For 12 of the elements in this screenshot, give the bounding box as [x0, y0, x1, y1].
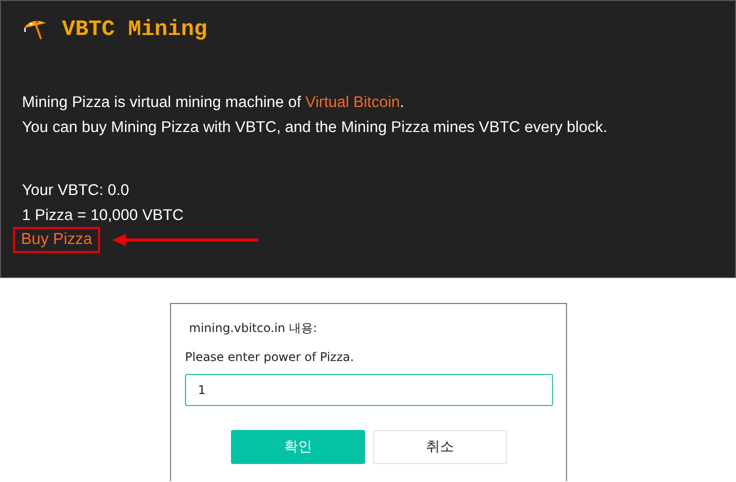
cancel-button[interactable]: 취소 — [373, 430, 507, 464]
input-field[interactable]: 1 — [185, 374, 553, 406]
description-text: You can buy Mining Pizza with VBTC, and the Mining Pizza mines VBTC every block. — [22, 118, 608, 137]
intro-text: Mining Pizza is virtual mining machine of Virtual Bitcoin. — [22, 93, 406, 112]
arrow-icon — [112, 234, 258, 246]
dialog-message: Please enter power of Pizza. — [185, 350, 355, 364]
balance-text: Your VBTC: 0.0 — [22, 181, 130, 200]
buy-pizza-link[interactable]: Buy Pizza — [13, 227, 100, 253]
price-text: 1 Pizza = 10,000 VBTC — [22, 206, 185, 225]
dialog-origin: mining.vbitco.in 내용: — [189, 320, 318, 336]
app-title: VBTC Mining — [62, 16, 208, 42]
virtual-bitcoin-link[interactable]: Virtual Bitcoin — [305, 94, 400, 111]
